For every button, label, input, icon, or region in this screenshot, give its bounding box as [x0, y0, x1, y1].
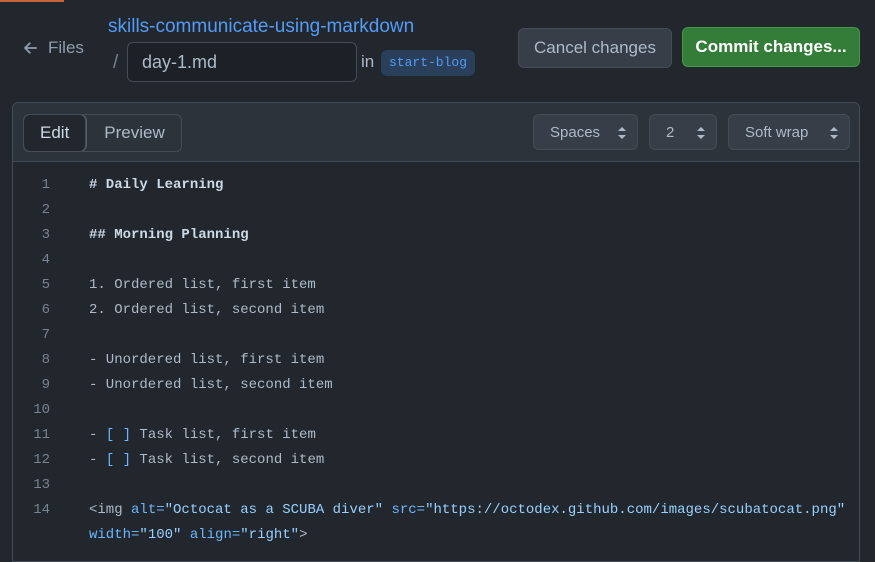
value-width: "100"	[139, 527, 182, 543]
indent-mode-value: Spaces	[550, 123, 601, 141]
line-number: 7	[41, 327, 50, 343]
code-line: 7	[13, 323, 859, 348]
line-number: 6	[41, 302, 50, 318]
in-label: in	[361, 52, 375, 71]
code-line-wrap: width="100" align="right">	[13, 523, 859, 548]
line-number: 5	[41, 277, 50, 293]
line-number: 2	[41, 202, 50, 218]
task-text: Task list, second item	[131, 452, 325, 468]
line-number: 1	[41, 177, 50, 193]
files-label: Files	[48, 38, 84, 57]
branch-badge[interactable]: start-blog	[381, 50, 476, 76]
line-text: 2. Ordered list, second item	[89, 302, 325, 318]
line-text: # Daily Learning	[89, 177, 224, 193]
value-alt: "Octocat as a SCUBA diver"	[164, 502, 384, 518]
value-src: "https://octodex.github.com/images/scuba…	[425, 502, 846, 518]
line-number: 12	[33, 452, 50, 468]
line-text: <img alt="Octocat as a SCUBA diver" src=…	[89, 498, 845, 523]
wrap-mode-select[interactable]: Soft wrap	[728, 114, 850, 150]
accent-strip	[0, 0, 64, 2]
attr-align: align=	[189, 527, 241, 543]
task-checkbox: [ ]	[105, 452, 132, 468]
code-line: 9 - Unordered list, second item	[13, 373, 859, 398]
attr-width: width=	[89, 527, 140, 543]
select-arrows-icon	[697, 127, 705, 139]
task-text: Task list, first item	[131, 427, 316, 443]
attr-alt: alt=	[131, 502, 165, 518]
code-line: 3 ## Morning Planning	[13, 223, 859, 248]
code-line: 11 - [ ] Task list, first item	[13, 423, 859, 448]
code-line: 2	[13, 198, 859, 223]
code-line: 14 <img alt="Octocat as a SCUBA diver" s…	[13, 498, 859, 523]
line-number: 13	[33, 477, 50, 493]
editor-toolbar: Edit Preview Spaces 2 Soft wrap	[13, 103, 859, 162]
code-line: 4	[13, 248, 859, 273]
task-checkbox: [ ]	[105, 427, 132, 443]
top-bar: Files skills-communicate-using-markdown …	[0, 0, 875, 100]
back-to-files-button[interactable]: Files	[22, 34, 84, 62]
code-line: 12 - [ ] Task list, second item	[13, 448, 859, 473]
repo-link[interactable]: skills-communicate-using-markdown	[108, 16, 414, 38]
line-number: 3	[41, 227, 50, 243]
line-text: ## Morning Planning	[89, 227, 249, 243]
code-line: 10	[13, 398, 859, 423]
indent-size-select[interactable]: 2	[649, 114, 717, 150]
select-arrows-icon	[618, 127, 626, 139]
code-line: 1 # Daily Learning	[13, 173, 859, 198]
line-text: - [ ] Task list, first item	[89, 423, 316, 448]
code-line: 6 2. Ordered list, second item	[13, 298, 859, 323]
value-align: "right"	[240, 527, 300, 543]
line-number: 4	[41, 252, 50, 268]
edit-preview-tabs: Edit Preview	[23, 114, 182, 152]
line-number: 11	[33, 427, 50, 443]
line-number: 10	[33, 402, 50, 418]
line-text: 1. Ordered list, first item	[89, 277, 316, 293]
line-text: width="100" align="right">	[89, 523, 307, 548]
indent-size-value: 2	[666, 123, 675, 141]
line-text: - [ ] Task list, second item	[89, 448, 324, 473]
cancel-changes-button[interactable]: Cancel changes	[518, 28, 672, 68]
attr-src: src=	[391, 502, 426, 518]
arrow-left-icon	[24, 42, 37, 54]
img-tag-open: <img	[89, 502, 132, 518]
line-number: 8	[41, 352, 50, 368]
img-tag-close: >	[299, 527, 308, 543]
line-text: - Unordered list, first item	[89, 352, 325, 368]
wrap-mode-value: Soft wrap	[745, 123, 809, 141]
indent-mode-select[interactable]: Spaces	[533, 114, 638, 150]
tab-edit[interactable]: Edit	[24, 115, 87, 151]
line-number: 14	[33, 502, 50, 518]
code-line: 8 - Unordered list, first item	[13, 348, 859, 373]
task-prefix: -	[89, 452, 106, 468]
commit-changes-button[interactable]: Commit changes...	[682, 27, 860, 67]
code-line: 5 1. Ordered list, first item	[13, 273, 859, 298]
select-arrows-icon	[830, 127, 838, 139]
line-number: 9	[41, 377, 50, 393]
line-text: - Unordered list, second item	[89, 377, 333, 393]
editor-panel: Edit Preview Spaces 2 Soft wrap 1 # Dail…	[12, 102, 860, 562]
code-line: 13	[13, 473, 859, 498]
path-separator: /	[113, 52, 119, 73]
tab-preview[interactable]: Preview	[86, 115, 180, 151]
code-editor[interactable]: 1 # Daily Learning 2 3 ## Morning Planni…	[13, 163, 859, 561]
filename-input[interactable]	[127, 42, 357, 82]
task-prefix: -	[89, 427, 106, 443]
